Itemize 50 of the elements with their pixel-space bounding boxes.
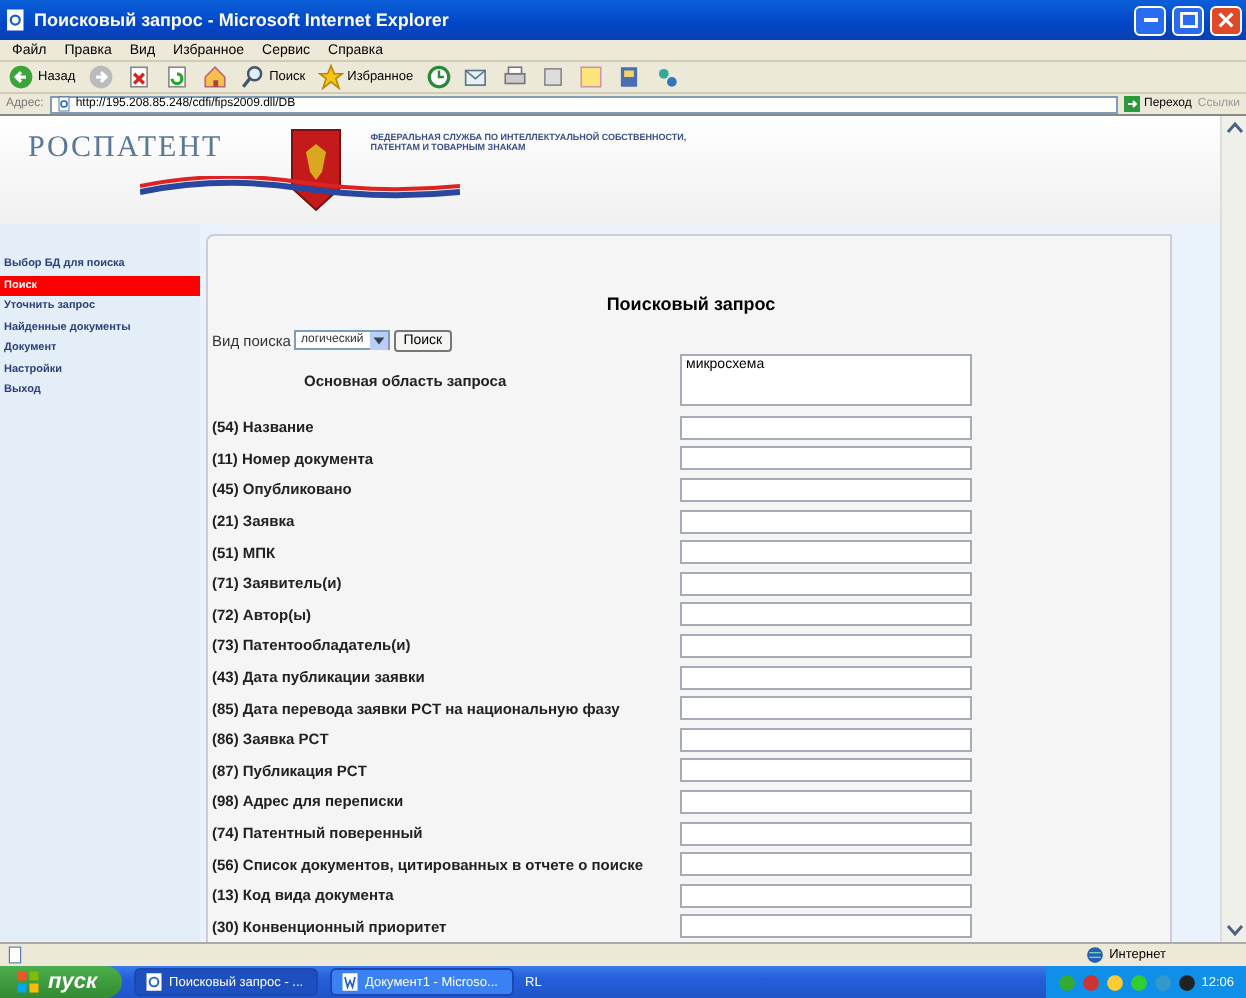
browser-icon [143, 972, 164, 992]
book-icon [615, 64, 642, 90]
document-icon [339, 972, 360, 992]
forward-arrow-icon [87, 64, 114, 90]
text-field[interactable] [680, 758, 972, 783]
text-field[interactable] [680, 852, 972, 877]
page-icon [4, 8, 28, 32]
minimize-button[interactable] [1134, 5, 1166, 35]
close-icon [1218, 12, 1234, 28]
page-icon [539, 64, 566, 90]
form-title: Поисковый запрос [604, 294, 778, 318]
text-field[interactable] [680, 477, 972, 502]
text-field[interactable] [680, 665, 972, 690]
note-icon [577, 64, 604, 90]
minimize-icon [1143, 18, 1157, 22]
text-field[interactable] [680, 633, 972, 658]
text-field[interactable] [680, 727, 972, 752]
envelope-icon [463, 64, 490, 90]
close-button[interactable] [1210, 5, 1242, 35]
refresh-icon [163, 64, 190, 90]
windows-logo-icon [16, 970, 40, 994]
toolbar-button[interactable] [575, 62, 606, 92]
caret-icon [369, 331, 388, 349]
stop-icon [125, 64, 152, 90]
text-field[interactable] [680, 571, 972, 596]
page-icon [6, 946, 24, 964]
text-field[interactable] [680, 821, 972, 846]
text-field[interactable] [680, 540, 972, 565]
window-title: Поисковый запрос - Microsoft Internet Explorer [34, 10, 451, 30]
toolbar-button[interactable] [423, 62, 454, 92]
globe-icon [1085, 946, 1104, 964]
text-field[interactable] [680, 789, 972, 814]
maximize-button[interactable] [1172, 5, 1204, 35]
home-icon [201, 64, 228, 90]
back-arrow-icon [8, 64, 34, 90]
scrollbar[interactable] [1220, 116, 1246, 942]
text-field[interactable] [680, 914, 972, 939]
search-icon [239, 64, 266, 90]
text-field[interactable] [680, 602, 972, 627]
star-icon [317, 64, 344, 90]
text-field[interactable] [680, 509, 972, 534]
site-logo: РОСПАТЕНТ [28, 132, 223, 166]
maximize-icon [1179, 12, 1197, 28]
text-field[interactable] [680, 883, 972, 908]
text-field[interactable] [680, 446, 972, 471]
toolbar-button[interactable] [199, 62, 230, 92]
network-icon [653, 64, 680, 90]
text-field[interactable] [680, 696, 972, 721]
printer-icon [501, 64, 528, 90]
text-field[interactable] [680, 415, 972, 440]
